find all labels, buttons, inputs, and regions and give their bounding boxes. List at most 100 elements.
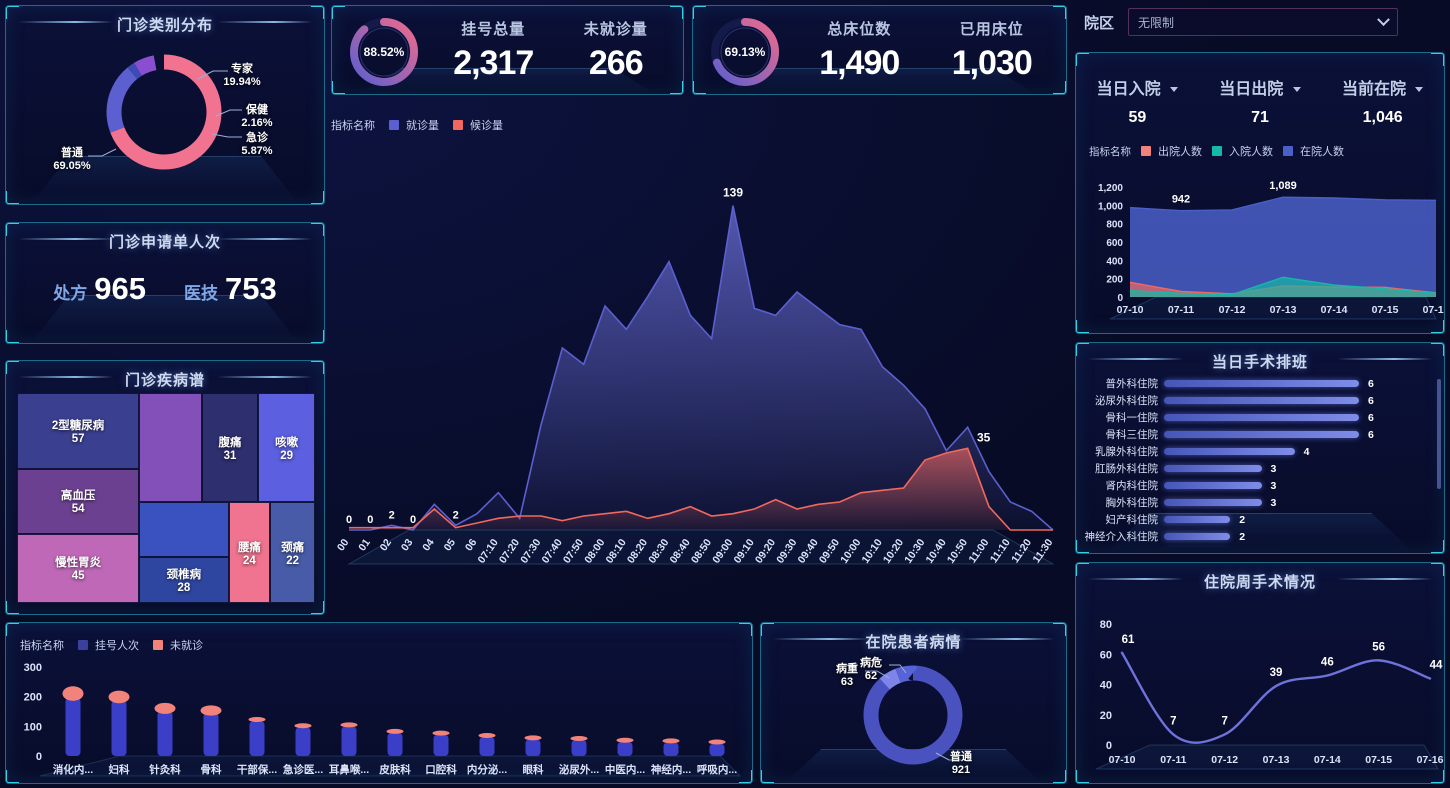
bar-cap-noshow[interactable] xyxy=(200,705,222,716)
stat-discharged-today[interactable]: 当日出院 71 xyxy=(1199,75,1322,127)
surgery-schedule-row[interactable]: 胸外科住院 3 xyxy=(1082,494,1434,511)
bar-cap-noshow[interactable] xyxy=(154,702,176,714)
campus-filter-select[interactable]: 无限制 xyxy=(1128,8,1399,36)
treemap-cell[interactable]: 高血压 54 xyxy=(17,468,140,534)
legend-item-noshow[interactable]: 未就诊 xyxy=(153,637,203,653)
surgery-bar-fill xyxy=(1164,516,1231,523)
bar-cap-noshow[interactable] xyxy=(386,728,404,734)
treemap-cell[interactable]: 颈椎病 28 xyxy=(139,556,229,603)
bar-registered[interactable] xyxy=(203,712,219,756)
surgery-schedule-row[interactable]: 普外科住院 6 xyxy=(1082,375,1434,392)
surgery-bar-track xyxy=(1164,499,1359,506)
x-axis-tick: 07-11 xyxy=(1168,304,1194,316)
bar-registered[interactable] xyxy=(433,734,449,756)
surgery-schedule-row[interactable]: 神经外科住院2 xyxy=(1082,545,1434,547)
treemap-cell-name: 2型糖尿病 xyxy=(51,419,105,432)
bar-registered[interactable] xyxy=(295,727,311,756)
bar-cap-noshow[interactable] xyxy=(294,723,312,729)
treemap-cell[interactable]: 咳嗽 29 xyxy=(258,393,315,503)
x-axis-tick: 内分泌... xyxy=(467,763,507,776)
stat-admitted-today[interactable]: 当日入院 59 xyxy=(1076,75,1199,127)
treemap-cell[interactable]: 颈痛 22 xyxy=(270,502,315,603)
legend-item-admitted[interactable]: 入院人数 xyxy=(1212,143,1273,159)
x-axis-tick: 呼吸内... xyxy=(697,763,737,776)
bar-cap-noshow[interactable] xyxy=(478,733,496,739)
bar-cap-noshow[interactable] xyxy=(616,737,634,743)
bar-registered[interactable] xyxy=(525,739,541,756)
bar-cap-noshow[interactable] xyxy=(570,735,588,741)
x-axis-tick: 07-12 xyxy=(1219,304,1246,316)
data-label: 942 xyxy=(1172,194,1190,206)
surgery-schedule-row[interactable]: 神经介入科住院 2 xyxy=(1082,528,1434,545)
corner-decoration xyxy=(311,601,324,614)
y-axis-tick: 400 xyxy=(1106,256,1123,267)
data-label: 0 xyxy=(410,514,416,526)
panel-dept-registration: 指标名称 挂号人次 未就诊 0 100 200 300 消化内... 妇科 针灸科 骨科 干部保… xyxy=(5,622,753,784)
bar-registered[interactable] xyxy=(571,739,587,756)
admissions-legend: 指标名称 出院人数 入院人数 在院人数 xyxy=(1089,143,1344,159)
treemap-cell[interactable]: 慢性胃炎 45 xyxy=(17,533,140,603)
surgery-schedule-row[interactable]: 妇产科住院 2 xyxy=(1082,511,1434,528)
caret-down-icon[interactable] xyxy=(1415,87,1424,93)
treemap-cell[interactable]: 腹痛 31 xyxy=(201,393,259,503)
surgery-schedule-row[interactable]: 骨科一住院 6 xyxy=(1082,409,1434,426)
x-axis-tick: 口腔科 xyxy=(425,763,457,776)
y-axis-tick: 300 xyxy=(24,662,42,674)
treemap-cell-name: 咳嗽 xyxy=(275,436,299,449)
bar-cap-noshow[interactable] xyxy=(108,690,130,704)
bar-registered[interactable] xyxy=(249,720,265,756)
bar-registered[interactable] xyxy=(709,743,725,756)
bar-registered[interactable] xyxy=(341,726,357,756)
y-axis-tick: 20 xyxy=(1100,710,1112,722)
bar-cap-noshow[interactable] xyxy=(432,730,450,736)
legend-item-inhospital[interactable]: 在院人数 xyxy=(1283,143,1344,159)
bar-cap-noshow[interactable] xyxy=(248,716,266,722)
legend-item-discharged[interactable]: 出院人数 xyxy=(1141,143,1202,159)
panel-inpatient-condition: 在院患者病情 病重 63 病危 62 普通 921 xyxy=(760,622,1067,784)
surgery-schedule-row[interactable]: 骨科三住院 6 xyxy=(1082,426,1434,443)
x-axis-tick: 耳鼻喉... xyxy=(329,763,369,776)
legend-item-registered[interactable]: 挂号人次 xyxy=(78,637,139,653)
y-axis-tick: 0 xyxy=(1117,293,1123,304)
surgery-dept-name: 肛肠外科住院 xyxy=(1095,463,1158,475)
surgery-schedule-row[interactable]: 乳腺外科住院 4 xyxy=(1082,443,1434,460)
surgery-bar-fill xyxy=(1164,380,1359,387)
caret-down-icon[interactable] xyxy=(1170,87,1179,93)
dept-chart-legend: 指标名称 挂号人次 未就诊 xyxy=(20,637,203,653)
bar-cap-noshow[interactable] xyxy=(340,722,358,728)
weekly-surgery-line-chart: 0 20 40 60 80 61 07-10 7 07-11 7 07-12 39 07-13 46 07-… xyxy=(1095,619,1444,770)
surgery-schedule-row[interactable]: 肛肠外科住院 3 xyxy=(1082,460,1434,477)
bar-cap-noshow[interactable] xyxy=(62,686,84,701)
surgery-list-scrollbar[interactable] xyxy=(1437,379,1441,489)
surgery-bar-track xyxy=(1164,465,1359,472)
treemap-cell-value: 45 xyxy=(71,570,85,583)
bar-registered[interactable] xyxy=(617,741,633,756)
bar-cap-noshow[interactable] xyxy=(662,738,680,744)
legend-title: 指标名称 xyxy=(331,120,375,132)
bar-registered[interactable] xyxy=(387,732,403,756)
legend-item-waiting[interactable]: 候诊量 xyxy=(453,117,503,133)
surgery-schedule-list[interactable]: 普外科住院 6 泌尿外科住院 6 骨科一住院 6 骨科三住院 6 乳腺外科住院 4 肛肠外科住院 3 肾… xyxy=(1082,375,1434,547)
bar-registered[interactable] xyxy=(65,697,81,756)
bar-registered[interactable] xyxy=(479,737,495,756)
kpi-label: 挂号总量 xyxy=(461,21,526,38)
bar-cap-noshow[interactable] xyxy=(708,739,726,745)
legend-item-visits[interactable]: 就诊量 xyxy=(389,117,439,133)
treemap-cell[interactable]: 2型糖尿病 57 xyxy=(17,393,140,469)
bar-registered[interactable] xyxy=(157,710,173,756)
treemap-cell-name: 腰痛 xyxy=(237,541,261,554)
surgery-schedule-row[interactable]: 泌尿外科住院 6 xyxy=(1082,392,1434,409)
stat-current-inpatients[interactable]: 当前在院 1,046 xyxy=(1321,75,1444,127)
bar-cap-noshow[interactable] xyxy=(524,735,542,741)
panel-title: 在院患者病情 xyxy=(761,623,1066,652)
treemap-cell[interactable] xyxy=(139,502,229,557)
bar-registered[interactable] xyxy=(111,700,127,756)
caret-down-icon[interactable] xyxy=(1292,87,1301,93)
treemap-cell[interactable]: 腰痛 24 xyxy=(228,502,271,603)
bar-registered[interactable] xyxy=(663,742,679,756)
data-label: 7 xyxy=(1170,715,1176,727)
surgery-schedule-row[interactable]: 肾内科住院 3 xyxy=(1082,477,1434,494)
treemap-cell[interactable] xyxy=(139,393,202,503)
x-axis-tick: 眼科 xyxy=(523,763,544,776)
campus-filter-value: 无限制 xyxy=(1138,15,1175,30)
